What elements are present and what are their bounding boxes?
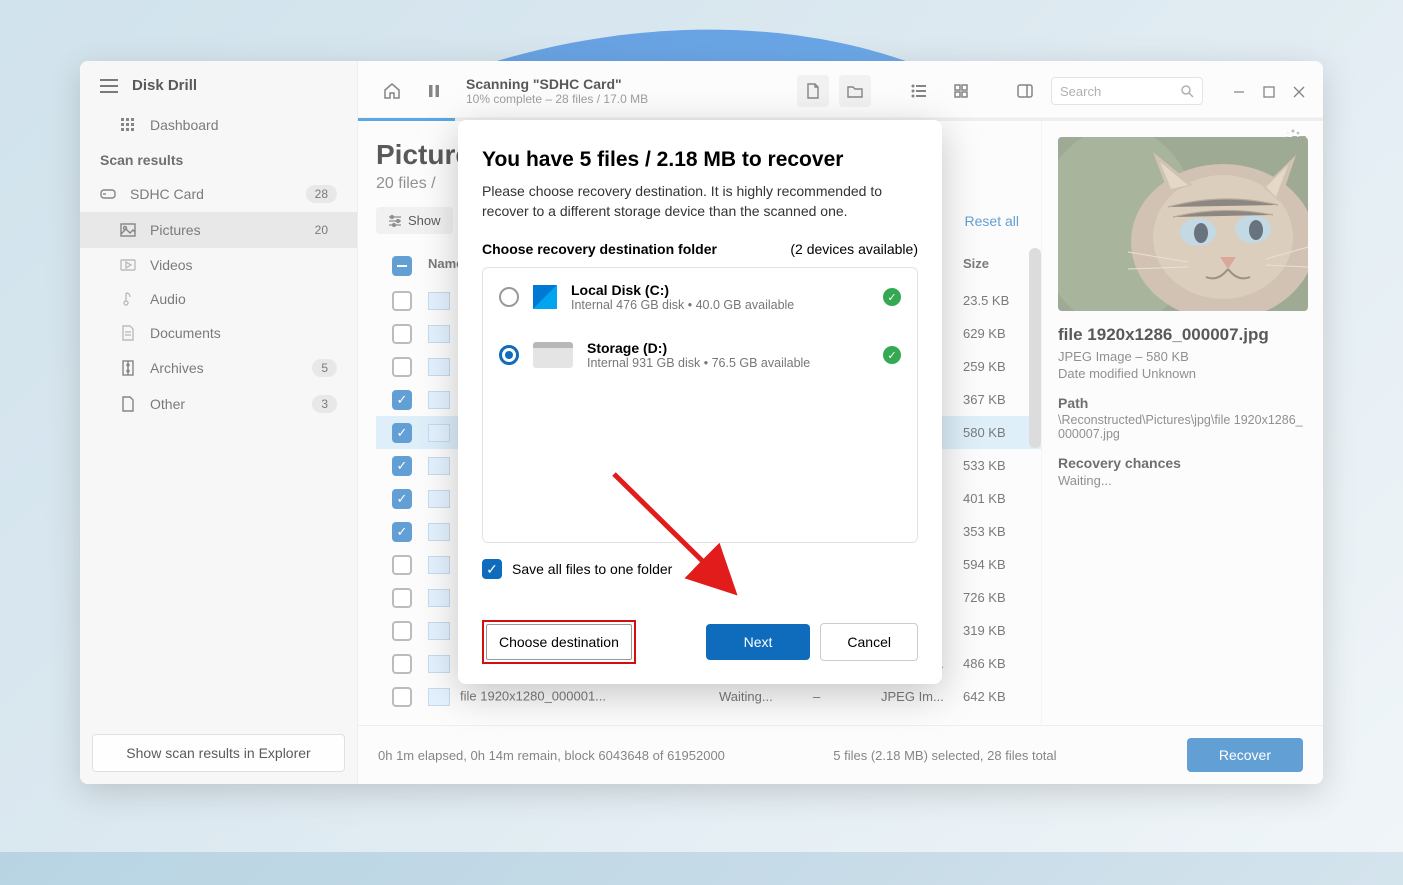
choose-destination-highlight: Choose destination	[482, 620, 636, 664]
check-icon: ✓	[883, 288, 901, 306]
choose-destination-button[interactable]: Choose destination	[486, 624, 632, 660]
modal-description: Please choose recovery destination. It i…	[482, 182, 918, 221]
destination-list: Local Disk (C:) Internal 476 GB disk • 4…	[482, 267, 918, 543]
destination-name: Local Disk (C:)	[571, 282, 869, 298]
destination-radio[interactable]	[499, 287, 519, 307]
destination-details: Internal 476 GB disk • 40.0 GB available	[571, 298, 869, 312]
check-icon: ✓	[883, 346, 901, 364]
save-one-folder-checkbox[interactable]: ✓	[482, 559, 502, 579]
disk-icon	[533, 342, 573, 368]
modal-device-count: (2 devices available)	[790, 241, 918, 257]
disk-icon	[533, 285, 557, 309]
destination-option[interactable]: Storage (D:) Internal 931 GB disk • 76.5…	[483, 326, 917, 384]
modal-dest-label: Choose recovery destination folder	[482, 241, 717, 257]
destination-name: Storage (D:)	[587, 340, 869, 356]
destination-details: Internal 931 GB disk • 76.5 GB available	[587, 356, 869, 370]
destination-option[interactable]: Local Disk (C:) Internal 476 GB disk • 4…	[483, 268, 917, 326]
cancel-button[interactable]: Cancel	[820, 623, 918, 661]
recovery-destination-modal: You have 5 files / 2.18 MB to recover Pl…	[458, 120, 942, 684]
save-one-folder-label: Save all files to one folder	[512, 561, 672, 577]
next-button[interactable]: Next	[706, 624, 811, 660]
destination-radio[interactable]	[499, 345, 519, 365]
modal-title: You have 5 files / 2.18 MB to recover	[482, 148, 918, 172]
